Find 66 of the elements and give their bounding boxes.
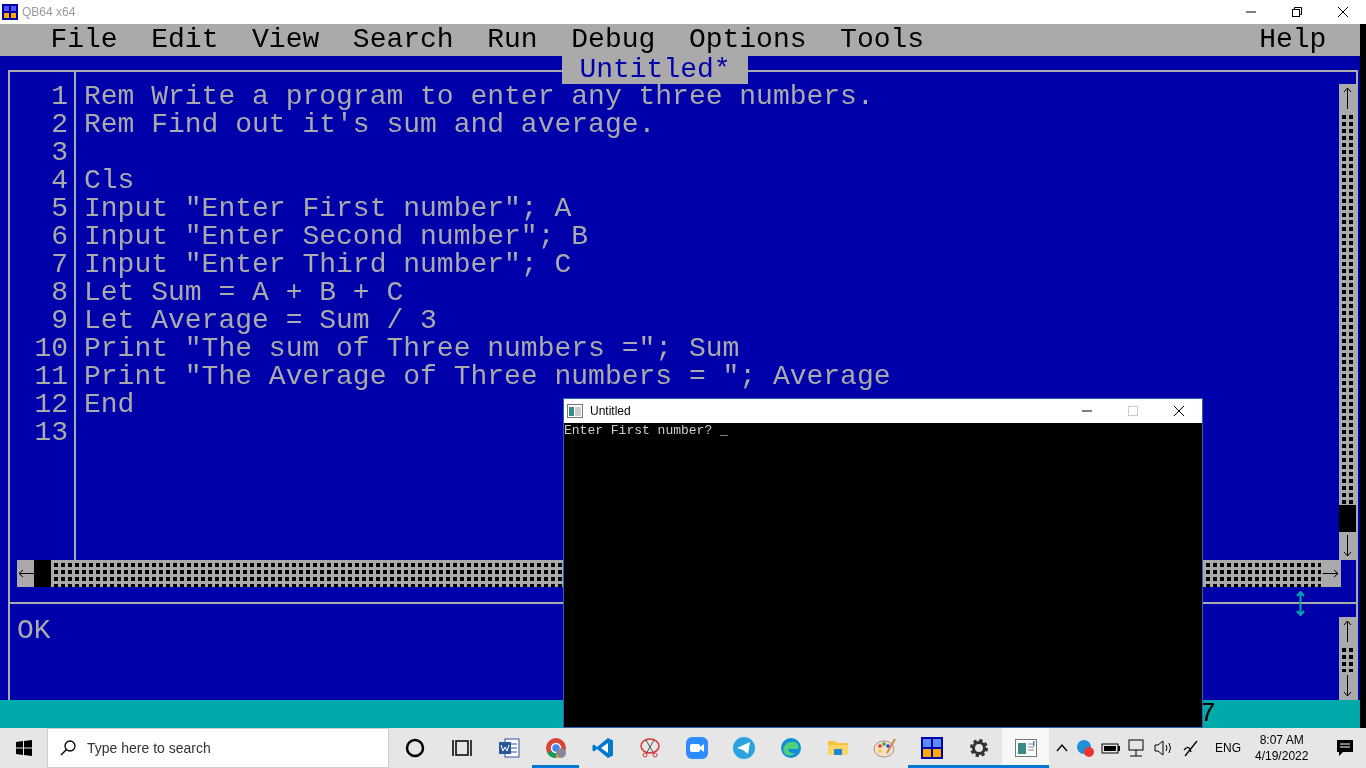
console-output: Enter First number? _ — [564, 423, 728, 438]
scroll-left-button[interactable] — [17, 560, 34, 587]
code-line: Input "Enter Second number"; B — [84, 221, 589, 252]
code-line: End — [84, 389, 135, 420]
menu-item[interactable]: Options — [688, 26, 807, 54]
code-line: Let Sum = A + B + C — [84, 277, 404, 308]
line-number: 5 — [51, 193, 68, 224]
start-icon[interactable] — [15, 740, 32, 756]
scroll-down-button[interactable] — [1339, 532, 1356, 560]
line-number: 7 — [51, 249, 68, 280]
app-icon — [2, 4, 18, 20]
scroll-thumb[interactable] — [34, 560, 51, 587]
right-arrow-icon — [1323, 569, 1339, 578]
console-icon — [567, 404, 583, 418]
menu-item[interactable]: Debug — [571, 26, 656, 54]
code-line: Let Average = Sum / 3 — [84, 305, 437, 336]
clock-time[interactable]: 8:07 AM — [1255, 732, 1309, 748]
line-number: 1 — [51, 81, 68, 112]
clock-date[interactable]: 4/19/2022 — [1255, 748, 1309, 764]
line-number: 6 — [51, 221, 68, 252]
line-number: 12 — [34, 389, 68, 420]
window-icon[interactable] — [1002, 728, 1049, 768]
code-line: Rem Find out it's sum and average. — [84, 109, 656, 140]
menu-item[interactable]: File — [50, 26, 118, 54]
menu-item[interactable]: Search — [352, 26, 454, 54]
console-title: Untitled — [590, 403, 631, 420]
menu-item[interactable]: Edit — [151, 26, 219, 54]
scroll-up-button[interactable] — [1339, 617, 1356, 645]
line-number: 9 — [51, 305, 68, 336]
scroll-down-button[interactable] — [1339, 672, 1356, 700]
code-line: Cls — [84, 165, 135, 196]
line-number: 2 — [51, 109, 68, 140]
line-number: 4 — [51, 165, 68, 196]
line-number: 13 — [34, 417, 68, 448]
left-arrow-icon — [17, 569, 34, 578]
scroll-thumb[interactable] — [1339, 505, 1356, 532]
search-icon — [60, 740, 76, 756]
language-indicator[interactable]: ENG — [1215, 739, 1241, 757]
code-line: Rem Write a program to enter any three numbers. — [84, 81, 874, 112]
code-line: Print "The sum of Three numbers ="; Sum — [84, 333, 740, 364]
line-number: 8 — [51, 277, 68, 308]
code-line: Input "Enter First number"; A — [84, 193, 572, 224]
line-number: 10 — [34, 333, 68, 364]
restore-icon[interactable] — [1292, 7, 1302, 17]
battery-icon[interactable] — [1101, 741, 1121, 755]
line-number: 11 — [34, 361, 68, 392]
notification-badge-icon[interactable] — [1075, 738, 1095, 758]
resize-arrow-icon[interactable] — [1296, 591, 1305, 616]
network-icon[interactable] — [1127, 739, 1147, 757]
code-line: Input "Enter Third number"; C — [84, 249, 572, 280]
scroll-up-button[interactable] — [1339, 84, 1356, 112]
menu-item[interactable]: Run — [487, 26, 538, 54]
search-field[interactable]: Type here to search — [47, 728, 389, 768]
maximize-icon — [1128, 406, 1138, 416]
window-title: QB64 x64 — [22, 4, 76, 21]
code-line: Print "The Average of Three numbers = "; Average — [84, 361, 891, 392]
menu-item[interactable]: Help — [1259, 26, 1327, 54]
status-message: OK — [17, 615, 51, 646]
document-title: Untitled* — [562, 56, 748, 84]
close-icon[interactable] — [1338, 7, 1348, 17]
close-icon[interactable] — [1174, 406, 1184, 416]
scroll-right-button[interactable] — [1321, 560, 1341, 587]
menu-item[interactable]: Tools — [840, 26, 925, 54]
menu-item[interactable]: View — [252, 26, 320, 54]
line-number: 3 — [51, 137, 68, 168]
notifications-icon[interactable] — [1336, 739, 1355, 757]
